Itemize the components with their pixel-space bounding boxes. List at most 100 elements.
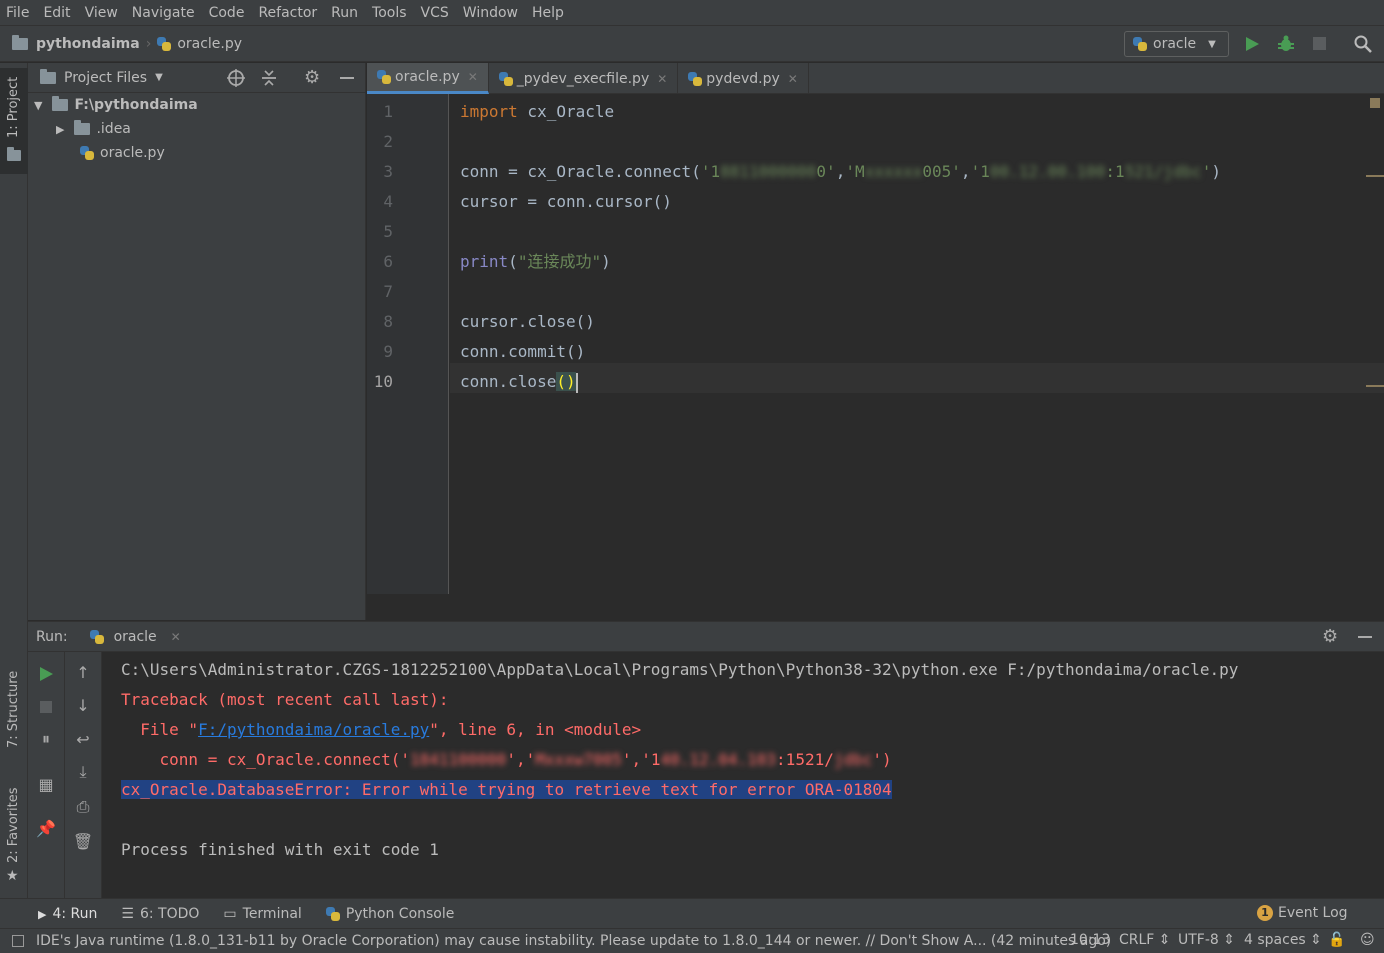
close-icon[interactable]: ✕ [788, 72, 798, 86]
tab-todo[interactable]: ☰ 6: TODO [121, 906, 199, 922]
menu-vcs[interactable]: VCS [421, 5, 449, 21]
console-text: File " [121, 720, 199, 739]
tab-oracle[interactable]: oracle.py ✕ [367, 63, 489, 94]
code-line: import cx_Oracle [460, 97, 614, 127]
scroll-to-end-icon[interactable]: ⤓ [73, 762, 93, 782]
soft-wrap-icon[interactable]: ↩ [73, 729, 93, 749]
stop-icon[interactable] [40, 701, 52, 713]
tab-python-console[interactable]: Python Console [325, 906, 454, 922]
chevron-down-icon[interactable]: ▼ [155, 72, 163, 83]
menu-view[interactable]: View [85, 5, 118, 21]
python-icon [325, 906, 340, 921]
indent-select[interactable]: 4 spaces ⇕ [1244, 932, 1322, 948]
tab-pydev-execfile[interactable]: _pydev_execfile.py ✕ [489, 63, 679, 94]
tree-item-idea[interactable]: ▶ .idea [56, 117, 131, 141]
layout-icon[interactable]: ▦ [36, 774, 56, 794]
tree-root[interactable]: ▼ F:\pythondaima [34, 93, 198, 117]
close-icon[interactable]: ✕ [171, 630, 181, 644]
menu-code[interactable]: Code [209, 5, 245, 21]
editor: oracle.py ✕ _pydev_execfile.py ✕ pydevd.… [367, 63, 1384, 620]
caret-position[interactable]: 10:13 [1070, 932, 1110, 948]
favorites-tool-button[interactable]: 2: Favorites ★ [0, 787, 28, 888]
play-icon: ▶ [38, 907, 47, 921]
collapse-all-icon[interactable] [261, 69, 277, 87]
expand-down-icon[interactable]: ▼ [34, 99, 42, 112]
lock-icon[interactable]: 🔓 [1328, 932, 1345, 948]
menu-run[interactable]: Run [331, 5, 358, 21]
line-number: 9 [383, 342, 393, 361]
file-link[interactable]: F:/pythondaima/oracle.py [198, 720, 429, 739]
favorites-tool-label: 2: Favorites [6, 787, 21, 863]
project-tool-label: 1: Project [6, 76, 21, 138]
structure-tool-button[interactable]: 7: Structure [0, 663, 28, 773]
rerun-icon[interactable] [38, 666, 54, 682]
code-area[interactable]: import cx_Oracle conn = cx_Oracle.connec… [460, 94, 1380, 594]
folder-icon [7, 147, 21, 161]
indent-label: 4 spaces [1244, 932, 1306, 948]
project-panel-header: Project Files ▼ ⚙ [28, 63, 366, 93]
inspection-status-icon[interactable] [1370, 98, 1380, 108]
left-tool-strip: 1: Project 7: Structure 2: Favorites ★ [0, 63, 28, 898]
minimize-icon[interactable] [1358, 636, 1372, 638]
locate-icon[interactable] [227, 69, 245, 87]
menu-help[interactable]: Help [532, 5, 564, 21]
tab-terminal[interactable]: ▭ Terminal [223, 906, 301, 922]
stop-icon[interactable] [1313, 37, 1326, 50]
pin-icon[interactable]: 📌 [36, 818, 56, 838]
tree-item-oracle[interactable]: oracle.py [80, 141, 165, 165]
event-log-button[interactable]: 1 Event Log [1257, 905, 1348, 921]
tab-label: pydevd.py [706, 70, 780, 87]
line-separator-select[interactable]: CRLF ⇕ [1119, 932, 1171, 948]
trash-icon[interactable]: 🗑 [73, 831, 93, 851]
code-text: , [835, 162, 846, 181]
menu-bar: File Edit View Navigate Code Refactor Ru… [0, 0, 1384, 26]
line-number: 7 [383, 282, 393, 301]
breadcrumb-project[interactable]: pythondaima [36, 36, 140, 52]
warning-marker[interactable] [1366, 175, 1384, 177]
gear-icon[interactable]: ⚙ [304, 67, 320, 88]
search-icon[interactable] [1354, 35, 1372, 53]
status-message[interactable]: IDE's Java runtime (1.8.0_131-b11 by Ora… [36, 933, 1111, 949]
menu-file[interactable]: File [6, 5, 29, 21]
inspector-icon[interactable]: ☺ [1360, 932, 1375, 948]
project-tool-button[interactable]: 1: Project [0, 68, 28, 174]
close-icon[interactable]: ✕ [657, 72, 667, 86]
menu-refactor[interactable]: Refactor [258, 5, 317, 21]
gear-icon[interactable]: ⚙ [1322, 626, 1338, 647]
tab-label: _pydev_execfile.py [516, 70, 650, 87]
arrow-up-icon[interactable]: ↑ [73, 662, 93, 682]
menu-edit[interactable]: Edit [43, 5, 70, 21]
run-tab-oracle[interactable]: oracle [114, 629, 157, 645]
print-icon[interactable]: ⎙ [73, 797, 93, 817]
tree-item-label: oracle.py [100, 145, 165, 161]
debug-icon[interactable] [1277, 35, 1295, 53]
chevron-down-icon: ▼ [1208, 38, 1216, 50]
arrow-down-icon[interactable]: ↓ [73, 695, 93, 715]
menu-tools[interactable]: Tools [372, 5, 407, 21]
console-output[interactable]: C:\Users\Administrator.CZGS-1812252100\A… [121, 654, 1371, 894]
run-config-select[interactable]: oracle ▼ [1124, 31, 1229, 57]
run-icon[interactable] [1244, 36, 1260, 52]
layout-toggle-icon[interactable] [12, 935, 24, 947]
console-line: File "F:/pythondaima/oracle.py", line 6,… [121, 715, 641, 745]
tab-run[interactable]: ▶ 4: Run [38, 906, 97, 922]
warning-marker[interactable] [1366, 385, 1384, 387]
editor-tabs: oracle.py ✕ _pydev_execfile.py ✕ pydevd.… [367, 63, 1384, 94]
breadcrumb-file[interactable]: oracle.py [177, 36, 242, 52]
tab-pydevd[interactable]: pydevd.py ✕ [678, 63, 809, 94]
close-icon[interactable]: ✕ [468, 70, 478, 84]
expand-right-icon[interactable]: ▶ [56, 123, 64, 136]
menu-navigate[interactable]: Navigate [132, 5, 195, 21]
console-text: :1521/ [776, 750, 834, 769]
line-separator-label: CRLF [1119, 932, 1155, 948]
menu-window[interactable]: Window [463, 5, 518, 21]
tab-label: 6: TODO [139, 905, 200, 922]
pause-icon[interactable]: ⏸ [36, 729, 56, 749]
encoding-select[interactable]: UTF-8 ⇕ [1178, 932, 1235, 948]
code-text: ) [601, 252, 611, 271]
project-view-select[interactable]: Project Files [64, 70, 147, 86]
matched-paren: () [556, 372, 576, 391]
minimize-icon[interactable] [340, 77, 354, 79]
code-line: conn.commit() [460, 342, 586, 361]
status-bar: IDE's Java runtime (1.8.0_131-b11 by Ora… [0, 928, 1384, 953]
